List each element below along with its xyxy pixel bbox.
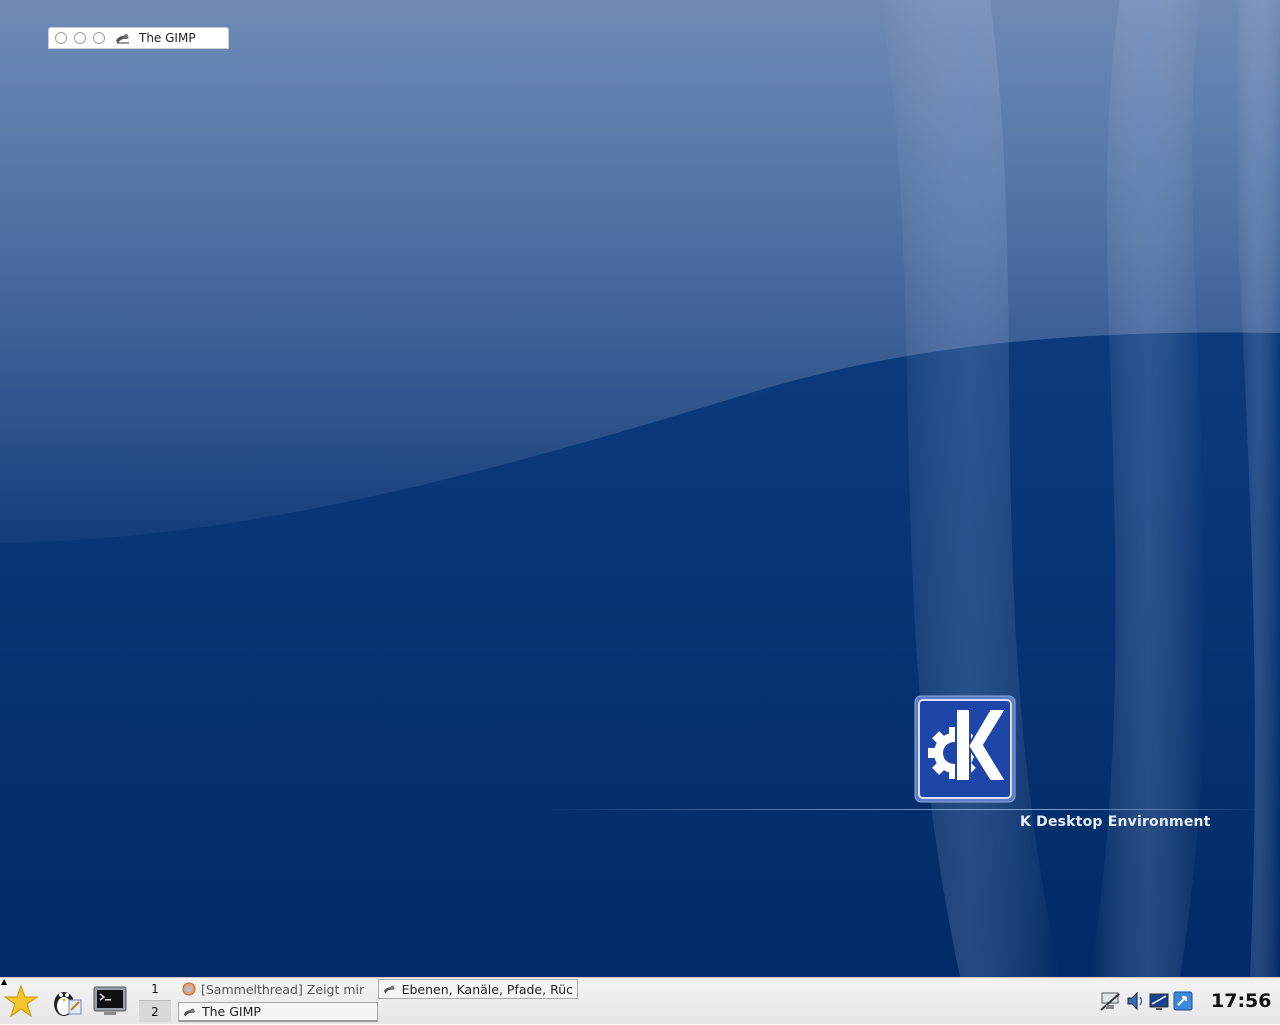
gimp-window-titlebar[interactable]: The GIMP <box>48 27 229 49</box>
pager-desktop-1[interactable]: 1 <box>139 978 171 1000</box>
minimize-button[interactable] <box>74 32 86 44</box>
konqueror-tux-icon[interactable] <box>49 984 83 1018</box>
display-icon[interactable] <box>1148 990 1170 1012</box>
task-label: [Sammelthread] Zeigt mir <box>201 981 365 997</box>
task-button-gimp[interactable]: The GIMP <box>178 1002 378 1022</box>
firefox-icon <box>182 982 196 996</box>
desktop-wallpaper <box>0 0 1280 977</box>
clock[interactable]: 17:56 <box>1211 990 1271 1012</box>
kicker-panel: ▲ 1 2 [Sammelthread] Zeigt mir Ebenen, K… <box>0 977 1280 1024</box>
close-button[interactable] <box>55 32 67 44</box>
desktop-pager[interactable]: 1 2 <box>139 978 171 1025</box>
volume-icon[interactable] <box>1124 990 1146 1012</box>
kde-divider-line <box>545 809 1265 810</box>
gimp-icon <box>116 34 129 44</box>
gimp-icon <box>383 985 395 994</box>
desktop[interactable]: The GIMP K Desktop Environment <box>0 0 1280 977</box>
kmenu-star-icon[interactable] <box>4 984 38 1018</box>
kde-tagline: K Desktop Environment <box>1020 814 1211 830</box>
kde-logo <box>914 695 1016 803</box>
window-title: The GIMP <box>139 31 196 45</box>
gimp-icon <box>183 1008 196 1016</box>
task-button-gimp-layers[interactable]: Ebenen, Kanäle, Pfade, Rüc <box>378 979 578 999</box>
task-button-firefox[interactable]: [Sammelthread] Zeigt mir <box>178 979 377 999</box>
klipper-icon[interactable] <box>1172 990 1194 1012</box>
task-label: Ebenen, Kanäle, Pfade, Rüc <box>401 981 573 997</box>
pager-desktop-2[interactable]: 2 <box>139 1000 171 1022</box>
task-label: The GIMP <box>202 1004 261 1019</box>
maximize-button[interactable] <box>93 32 105 44</box>
terminal-icon[interactable] <box>93 984 127 1018</box>
network-icon[interactable] <box>1099 990 1121 1012</box>
